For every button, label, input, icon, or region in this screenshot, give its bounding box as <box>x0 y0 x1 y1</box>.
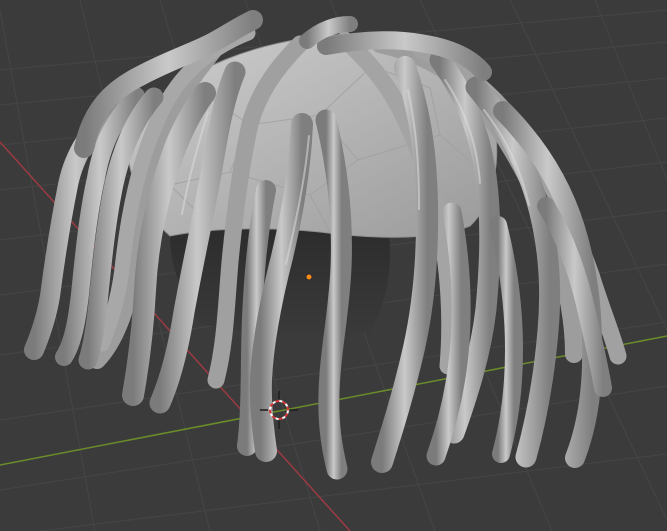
object-origin-icon[interactable] <box>305 273 313 281</box>
blender-3d-viewport[interactable] <box>0 0 667 531</box>
viewport-canvas[interactable] <box>0 0 667 531</box>
